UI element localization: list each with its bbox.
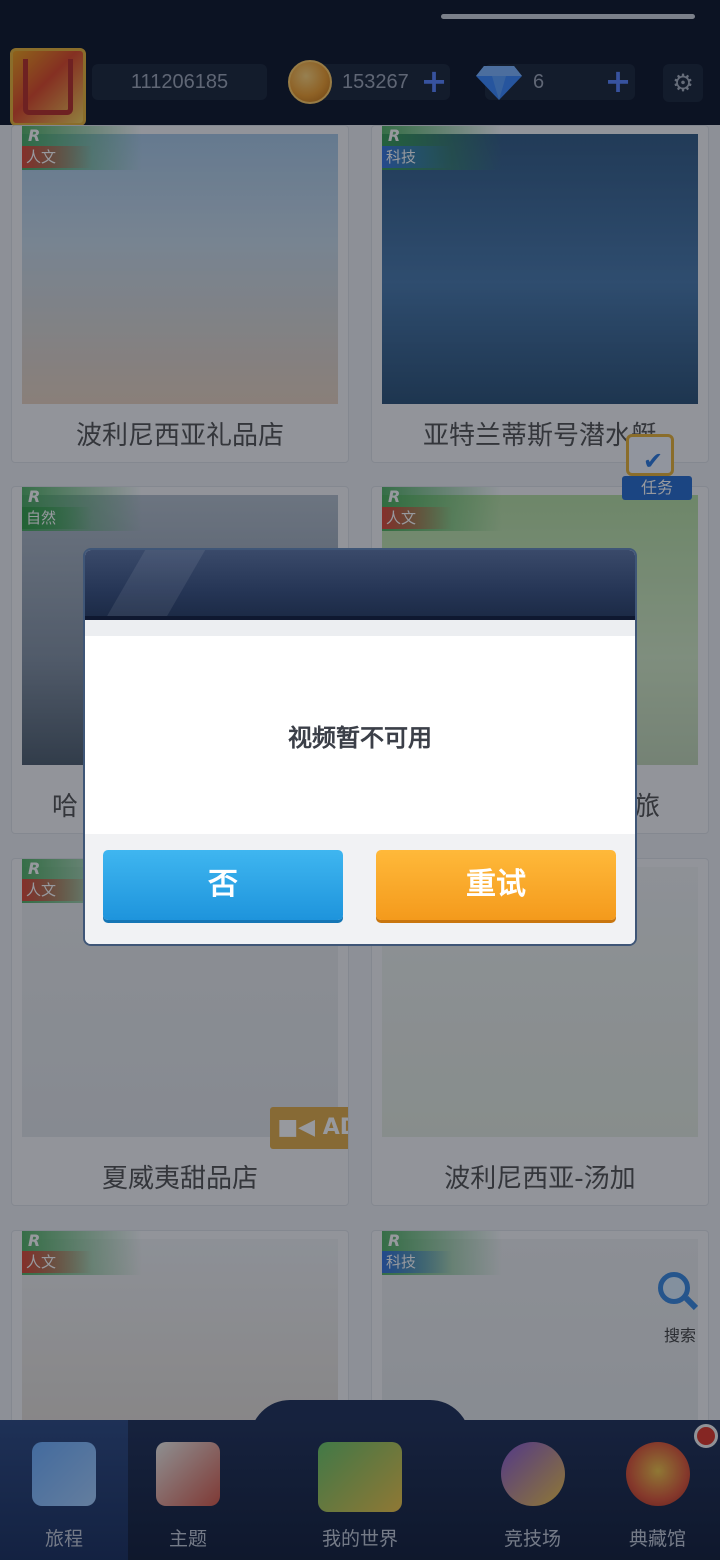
video-unavailable-dialog: 视频暂不可用 否 重试	[85, 550, 635, 944]
dialog-strip	[85, 620, 635, 636]
retry-button[interactable]: 重试	[376, 850, 616, 920]
dialog-message: 视频暂不可用	[288, 724, 432, 752]
no-button[interactable]: 否	[103, 850, 343, 920]
header-shine	[104, 550, 206, 620]
dialog-header	[85, 550, 635, 620]
